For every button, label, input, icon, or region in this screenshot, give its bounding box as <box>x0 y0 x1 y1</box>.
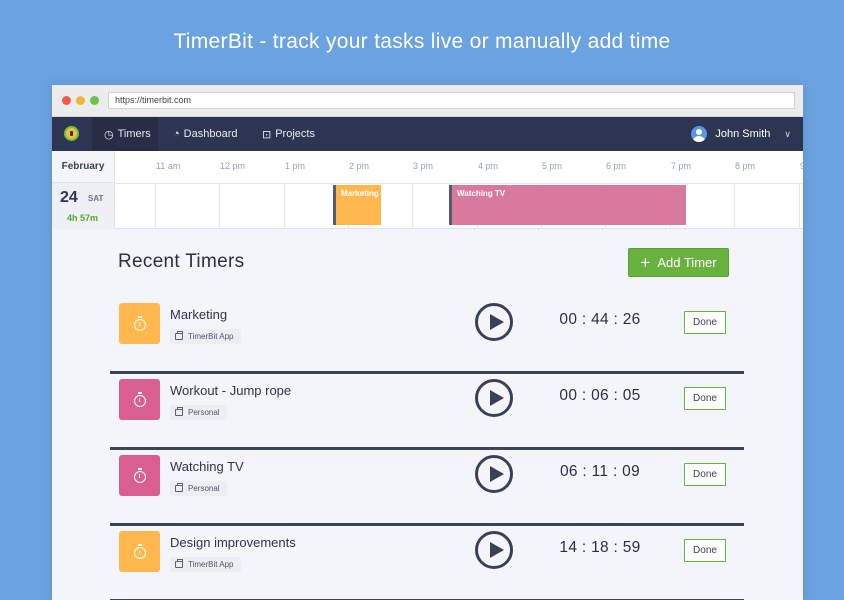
hour-label: 12 pm <box>220 161 246 171</box>
briefcase-icon: ⊡ <box>262 128 272 141</box>
timer-duration: 00 : 44 : 26 <box>559 311 641 328</box>
user-name: John Smith <box>715 128 771 140</box>
timer-color-badge <box>119 455 160 496</box>
address-bar[interactable]: https://timerbit.com <box>108 92 795 109</box>
timer-name[interactable]: Design improvements <box>170 535 296 550</box>
timer-duration: 06 : 11 : 09 <box>559 463 640 480</box>
pie-chart-icon: ◔ <box>173 128 180 140</box>
maximize-window-button[interactable] <box>90 96 99 105</box>
play-button[interactable] <box>475 531 513 569</box>
nav-timers-label: Timers <box>117 128 151 140</box>
nav-projects-label: Projects <box>275 128 315 140</box>
hour-label: 2 pm <box>349 161 370 171</box>
project-name: TimerBit App <box>188 332 234 341</box>
stopwatch-icon: ◷ <box>104 128 114 141</box>
timeline-event-marketing[interactable]: Marketing <box>333 185 381 225</box>
browser-chrome: https://timerbit.com <box>52 85 803 117</box>
hour-label: 7 pm <box>671 161 692 171</box>
done-button[interactable]: Done <box>684 311 726 334</box>
section-title: Recent Timers <box>118 251 245 272</box>
timer-row: Workout - Jump rope Personal 00 : 06 : 0… <box>110 374 744 450</box>
briefcase-icon <box>175 407 183 416</box>
hour-label: 9 <box>800 161 803 171</box>
project-name: TimerBit App <box>188 560 234 569</box>
done-button[interactable]: Done <box>684 387 726 410</box>
hour-label: 11 am <box>156 161 181 171</box>
stopwatch-icon <box>133 315 146 331</box>
day-weekday: SAT <box>88 194 104 203</box>
grid-line <box>284 183 285 229</box>
timer-row: Watching TV Personal 06 : 11 : 09 Done <box>110 450 744 526</box>
add-timer-label: Add Timer <box>657 255 717 270</box>
project-name: Personal <box>188 408 220 417</box>
hour-label: 5 pm <box>542 161 563 171</box>
stopwatch-icon <box>133 543 146 559</box>
timer-name[interactable]: Marketing <box>170 307 227 322</box>
browser-window: https://timerbit.com ◷ Timers ◔ Dashboar… <box>52 85 803 600</box>
grid-line <box>219 183 220 229</box>
timer-duration: 14 : 18 : 59 <box>559 539 641 556</box>
top-navbar: ◷ Timers ◔ Dashboard ⊡ Projects John Smi… <box>52 117 803 151</box>
hour-label: 6 pm <box>606 161 627 171</box>
grid-line <box>734 183 735 229</box>
grid-line <box>155 183 156 229</box>
day-number: 24 <box>60 189 78 206</box>
grid-line <box>412 183 413 229</box>
stopwatch-icon <box>133 391 146 407</box>
timer-name[interactable]: Workout - Jump rope <box>170 383 291 398</box>
timer-row: Marketing TimerBit App 00 : 44 : 26 Done <box>110 298 744 374</box>
timer-color-badge <box>119 531 160 572</box>
close-window-button[interactable] <box>62 96 71 105</box>
project-tag[interactable]: Personal <box>170 405 227 420</box>
hour-label: 3 pm <box>413 161 434 171</box>
grid-line <box>799 183 800 229</box>
hour-label: 8 pm <box>735 161 756 171</box>
briefcase-icon <box>175 483 183 492</box>
timer-color-badge <box>119 303 160 344</box>
hour-label: 4 pm <box>478 161 499 171</box>
nav-timers[interactable]: ◷ Timers <box>92 117 158 151</box>
play-button[interactable] <box>475 455 513 493</box>
project-tag[interactable]: TimerBit App <box>170 329 241 344</box>
timer-color-badge <box>119 379 160 420</box>
timeline-day-cell[interactable]: 24 SAT 4h 57m <box>52 183 115 229</box>
timer-row: Design improvements TimerBit App 14 : 18… <box>110 526 744 600</box>
avatar <box>691 126 708 142</box>
timerbit-logo-icon[interactable] <box>64 126 79 141</box>
done-button[interactable]: Done <box>684 463 726 486</box>
timeline-month: February <box>52 151 115 183</box>
project-name: Personal <box>188 484 220 493</box>
day-timeline: February 24 SAT 4h 57m 11 am 12 pm 1 pm … <box>52 151 803 229</box>
nav-dashboard-label: Dashboard <box>183 128 238 140</box>
timeline-event-watching-tv[interactable]: Watching TV <box>449 185 686 225</box>
user-menu[interactable]: John Smith ∨ <box>691 117 791 151</box>
stopwatch-icon <box>133 467 146 483</box>
timer-name[interactable]: Watching TV <box>170 459 244 474</box>
chevron-down-icon: ∨ <box>784 128 791 139</box>
nav-dashboard[interactable]: ◔ Dashboard <box>173 117 237 151</box>
play-button[interactable] <box>475 379 513 417</box>
day-total-time: 4h 57m <box>67 213 99 223</box>
nav-projects[interactable]: ⊡ Projects <box>262 117 315 151</box>
project-tag[interactable]: Personal <box>170 481 227 496</box>
add-timer-button[interactable]: + Add Timer <box>628 248 729 277</box>
briefcase-icon <box>175 559 183 568</box>
plus-icon: + <box>640 253 651 272</box>
briefcase-icon <box>175 331 183 340</box>
minimize-window-button[interactable] <box>76 96 85 105</box>
timer-duration: 00 : 06 : 05 <box>559 387 641 404</box>
hour-label: 1 pm <box>285 161 306 171</box>
done-button[interactable]: Done <box>684 539 726 562</box>
play-button[interactable] <box>475 303 513 341</box>
page-headline: TimerBit - track your tasks live or manu… <box>173 30 671 53</box>
project-tag[interactable]: TimerBit App <box>170 557 241 572</box>
